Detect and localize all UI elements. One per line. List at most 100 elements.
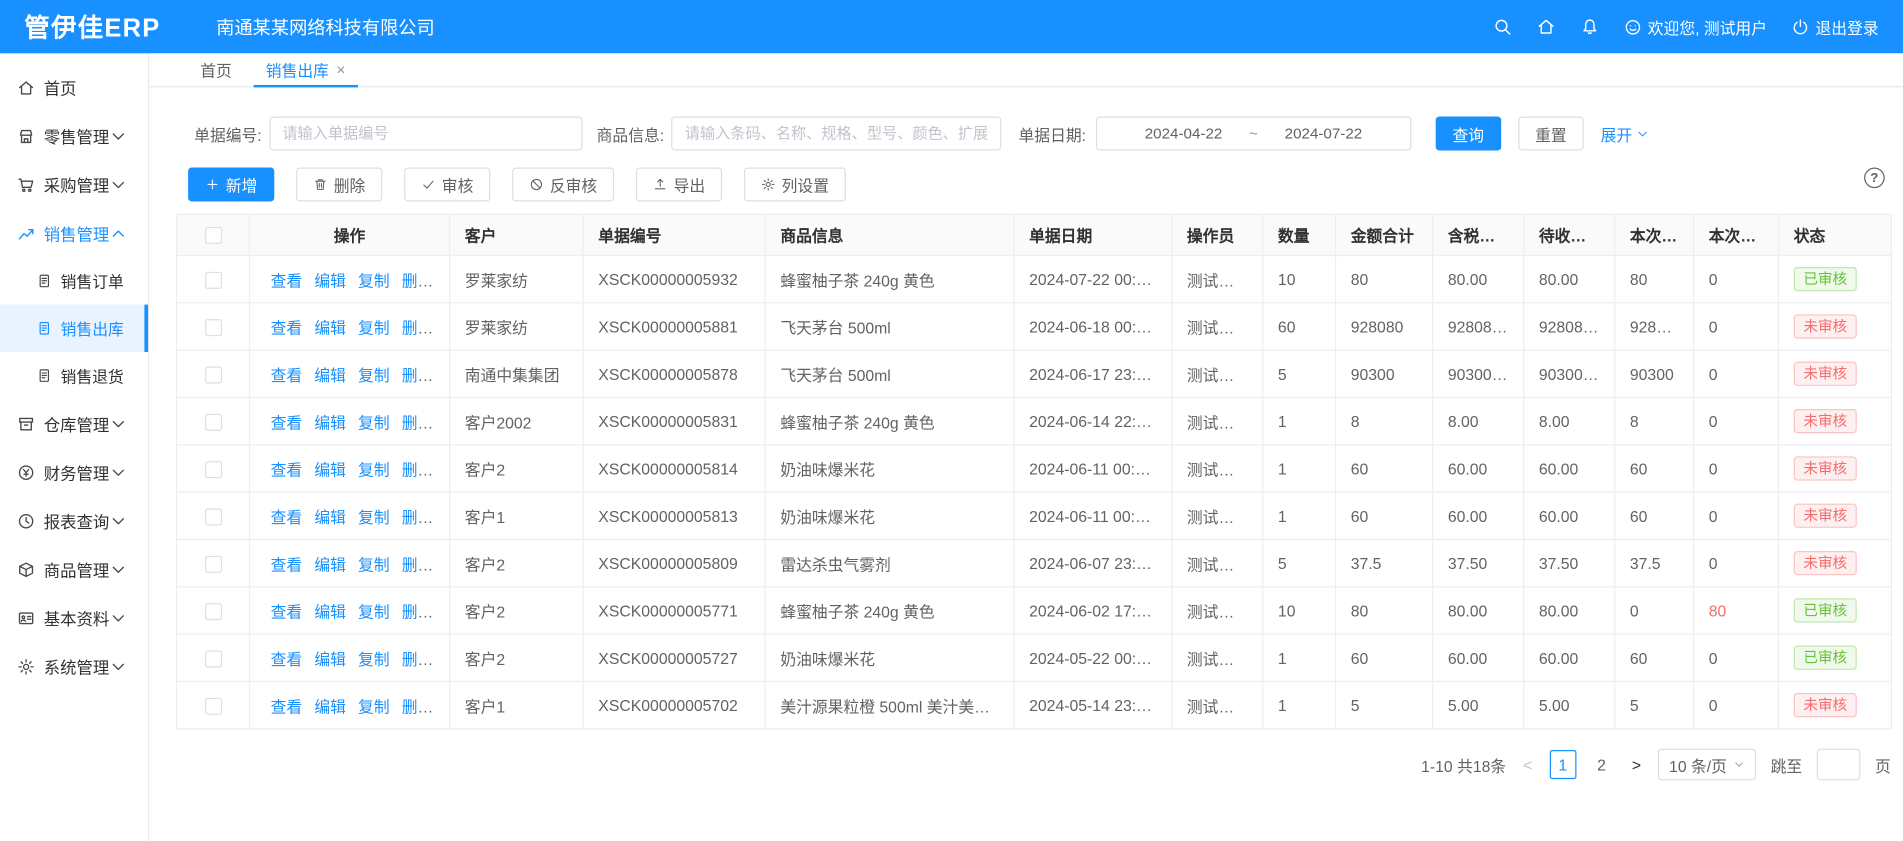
row-checkbox[interactable] (204, 414, 221, 431)
next-page-icon[interactable]: > (1629, 755, 1643, 773)
user-welcome[interactable]: 欢迎您, 测试用户 (1623, 15, 1766, 38)
row-action-delete[interactable]: 删除 (402, 319, 434, 337)
row-action-copy[interactable]: 复制 (358, 319, 390, 337)
sidebar-subitem-sales-return[interactable]: 销售退货 (0, 352, 148, 399)
date-start[interactable]: 2024-04-22 (1145, 125, 1223, 142)
sidebar-item-sales[interactable]: 销售管理 (0, 209, 148, 258)
bell-icon[interactable] (1580, 17, 1599, 36)
date-range-picker[interactable]: 2024-04-22 ~ 2024-07-22 (1096, 117, 1412, 151)
select-all-checkbox[interactable] (204, 227, 221, 244)
sidebar-item-basics[interactable]: 基本资料 (0, 593, 148, 642)
row-action-view[interactable]: 查看 (271, 319, 303, 337)
sidebar-subitem-sales-outbound[interactable]: 销售出库 (0, 305, 148, 352)
row-action-copy[interactable]: 复制 (358, 650, 390, 668)
row-action-view[interactable]: 查看 (271, 508, 303, 526)
home-icon[interactable] (1536, 17, 1555, 36)
delete-button[interactable]: 删除 (296, 167, 382, 201)
row-action-edit[interactable]: 编辑 (314, 555, 346, 573)
row-checkbox[interactable] (204, 603, 221, 620)
row-checkbox[interactable] (204, 508, 221, 525)
row-action-delete[interactable]: 删除 (402, 555, 434, 573)
cell-select (177, 350, 250, 397)
row-checkbox[interactable] (204, 366, 221, 383)
help-icon[interactable]: ? (1864, 167, 1885, 188)
row-checkbox[interactable] (204, 319, 221, 336)
cell-actions: 查看编辑复制删除 (249, 634, 449, 681)
row-action-view[interactable]: 查看 (271, 603, 303, 621)
row-checkbox[interactable] (204, 650, 221, 667)
search-icon[interactable] (1492, 17, 1511, 36)
row-action-view[interactable]: 查看 (271, 413, 303, 431)
date-end[interactable]: 2024-07-22 (1285, 125, 1363, 142)
row-action-copy[interactable]: 复制 (358, 366, 390, 384)
row-action-view[interactable]: 查看 (271, 650, 303, 668)
page-size-select[interactable]: 10 条/页 (1658, 749, 1756, 781)
reset-button[interactable]: 重置 (1518, 117, 1584, 151)
tab-home[interactable]: 首页 (188, 53, 244, 86)
row-action-edit[interactable]: 编辑 (314, 271, 346, 289)
sidebar-item-home[interactable]: 首页 (0, 63, 148, 112)
expand-toggle[interactable]: 展开 (1601, 122, 1650, 145)
export-button[interactable]: 导出 (636, 167, 722, 201)
row-action-delete[interactable]: 删除 (402, 461, 434, 479)
sidebar-subitem-sales-order[interactable]: 销售订单 (0, 257, 148, 304)
search-button[interactable]: 查询 (1436, 117, 1502, 151)
product-input[interactable] (671, 117, 1001, 151)
row-action-view[interactable]: 查看 (271, 697, 303, 715)
row-action-copy[interactable]: 复制 (358, 461, 390, 479)
row-action-copy[interactable]: 复制 (358, 603, 390, 621)
cell-receivable: 5.00 (1524, 681, 1615, 728)
close-icon[interactable]: × (336, 61, 345, 79)
prev-page-icon[interactable]: < (1521, 755, 1535, 773)
cell-status: 已审核 (1779, 587, 1892, 634)
row-action-view[interactable]: 查看 (271, 271, 303, 289)
table-row: 查看编辑复制删除客户1XSCK00000005813奶油味爆米花2024-06-… (177, 492, 1892, 539)
cell-operator: 测试用户 (1172, 492, 1263, 539)
row-action-edit[interactable]: 编辑 (314, 603, 346, 621)
row-action-copy[interactable]: 复制 (358, 555, 390, 573)
row-action-copy[interactable]: 复制 (358, 697, 390, 715)
sidebar-item-purchase[interactable]: 采购管理 (0, 160, 148, 209)
row-action-copy[interactable]: 复制 (358, 271, 390, 289)
unaudit-button[interactable]: 反审核 (512, 167, 614, 201)
row-action-view[interactable]: 查看 (271, 366, 303, 384)
row-action-delete[interactable]: 删除 (402, 271, 434, 289)
row-action-delete[interactable]: 删除 (402, 603, 434, 621)
logout-button[interactable]: 退出登录 (1791, 15, 1878, 38)
jump-page-input[interactable] (1817, 749, 1861, 781)
page-number-2[interactable]: 2 (1588, 750, 1615, 779)
sidebar-item-report[interactable]: 报表查询 (0, 496, 148, 545)
row-action-delete[interactable]: 删除 (402, 697, 434, 715)
row-action-edit[interactable]: 编辑 (314, 319, 346, 337)
row-action-view[interactable]: 查看 (271, 461, 303, 479)
row-action-copy[interactable]: 复制 (358, 508, 390, 526)
row-checkbox[interactable] (204, 272, 221, 289)
row-action-delete[interactable]: 删除 (402, 366, 434, 384)
bill-no-input[interactable] (269, 117, 582, 151)
row-action-copy[interactable]: 复制 (358, 413, 390, 431)
row-checkbox[interactable] (204, 698, 221, 715)
row-action-edit[interactable]: 编辑 (314, 650, 346, 668)
page-number-1[interactable]: 1 (1549, 750, 1576, 779)
row-action-edit[interactable]: 编辑 (314, 413, 346, 431)
export-label: 导出 (674, 173, 706, 196)
row-action-delete[interactable]: 删除 (402, 650, 434, 668)
row-action-edit[interactable]: 编辑 (314, 697, 346, 715)
sidebar-item-goods[interactable]: 商品管理 (0, 545, 148, 594)
row-action-delete[interactable]: 删除 (402, 413, 434, 431)
tab-sales-outbound[interactable]: 销售出库 × (254, 53, 358, 86)
row-action-delete[interactable]: 删除 (402, 508, 434, 526)
audit-button[interactable]: 审核 (404, 167, 490, 201)
row-checkbox[interactable] (204, 556, 221, 573)
sidebar-item-warehouse[interactable]: 仓库管理 (0, 399, 148, 448)
sidebar-item-retail[interactable]: 零售管理 (0, 112, 148, 161)
add-button[interactable]: 新增 (188, 167, 274, 201)
sidebar-item-system[interactable]: 系统管理 (0, 642, 148, 691)
column-settings-button[interactable]: 列设置 (744, 167, 846, 201)
row-action-view[interactable]: 查看 (271, 555, 303, 573)
sidebar-item-finance[interactable]: 财务管理 (0, 448, 148, 497)
row-action-edit[interactable]: 编辑 (314, 508, 346, 526)
row-action-edit[interactable]: 编辑 (314, 366, 346, 384)
row-action-edit[interactable]: 编辑 (314, 461, 346, 479)
row-checkbox[interactable] (204, 461, 221, 478)
